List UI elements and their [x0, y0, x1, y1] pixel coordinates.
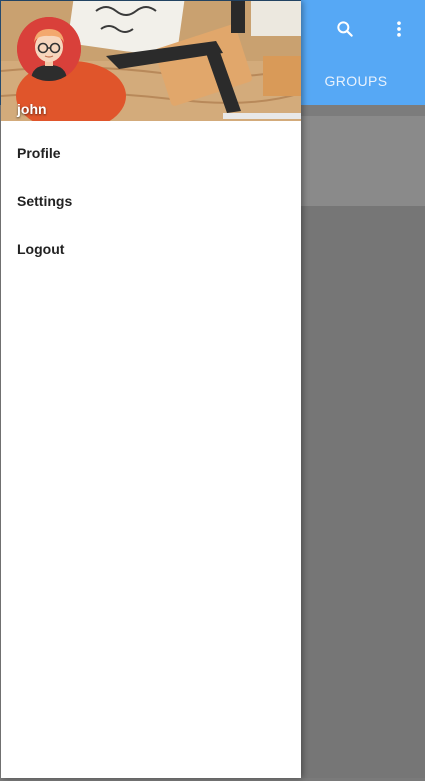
content-gap-dimmed [301, 105, 425, 116]
user-avatar-icon [17, 17, 81, 81]
search-button[interactable] [328, 12, 362, 46]
more-vert-icon [397, 21, 401, 37]
app-bar-visible-strip: GROUPS [301, 0, 425, 105]
menu-item-profile[interactable]: Profile [1, 129, 301, 177]
search-icon [337, 21, 353, 37]
menu-item-settings[interactable]: Settings [1, 177, 301, 225]
menu-item-logout[interactable]: Logout [1, 225, 301, 273]
drawer-menu: Profile Settings Logout [1, 129, 301, 273]
avatar[interactable] [17, 17, 81, 81]
content-area-dimmed [301, 206, 425, 778]
navigation-drawer: john Profile Settings Logout [1, 1, 301, 778]
screen: GROUPS GROUPS [0, 0, 425, 781]
more-options-button[interactable] [382, 12, 416, 46]
tab-groups[interactable]: GROUPS [310, 60, 402, 102]
drawer-header: john [1, 1, 301, 121]
drawer-username: john [17, 101, 47, 117]
content-card-dimmed [301, 116, 425, 206]
